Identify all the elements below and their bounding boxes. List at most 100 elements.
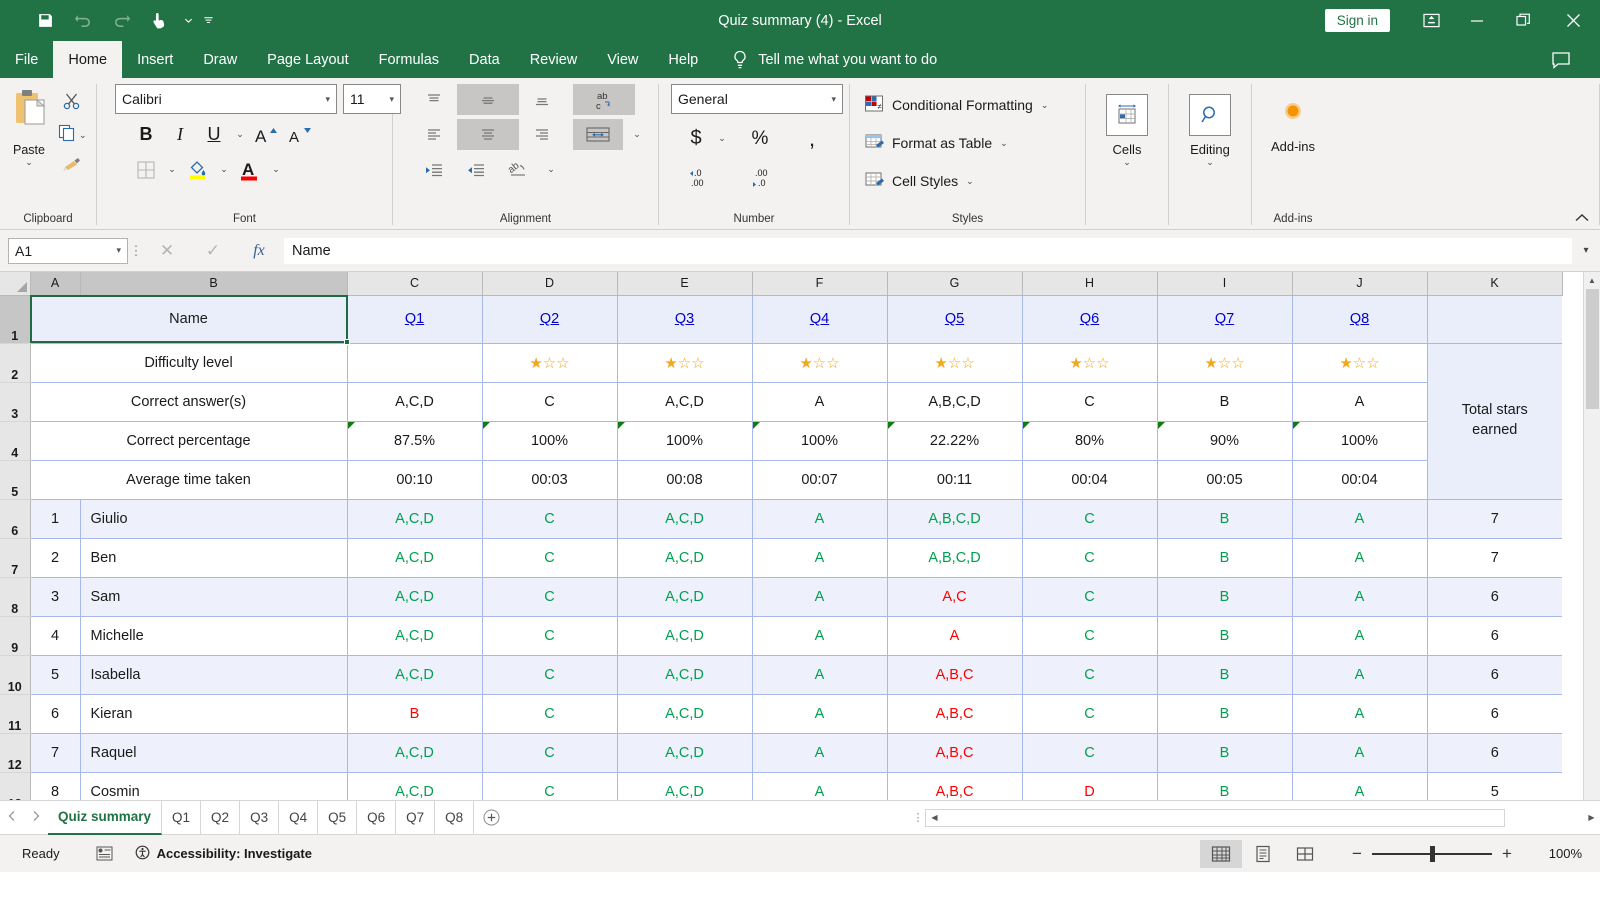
cell-student-answer-q2[interactable]: C [482,733,617,772]
grid-viewport[interactable]: A B C D E F G H I J K 1NameQ1Q2Q3Q4Q5Q6Q… [0,272,1583,800]
expand-formula-bar-icon[interactable]: ▾ [1572,245,1600,256]
scroll-left-icon[interactable]: ◀ [926,813,943,822]
cell-student-answer-q3[interactable]: A,C,D [617,538,752,577]
zoom-out-button[interactable]: − [1342,844,1372,864]
top-align-button[interactable] [415,84,453,115]
decrease-decimal-button[interactable]: .00.0 [747,161,781,194]
tell-me-search[interactable]: Tell me what you want to do [713,41,937,78]
comments-icon[interactable] [1538,39,1584,80]
cells-chevron-down-icon[interactable]: ⌄ [1123,157,1131,168]
cell-question-q7[interactable]: Q7 [1157,295,1292,343]
cell-difficulty-label[interactable]: Difficulty level [30,343,347,382]
cell-student-answer-q6[interactable]: C [1022,733,1157,772]
cell-student-number[interactable]: 5 [30,655,80,694]
row-header-2[interactable]: 2 [0,343,30,382]
cell-styles-button[interactable]: Cell Styles ⌄ [850,162,974,200]
cell-student-answer-q7[interactable]: B [1157,733,1292,772]
number-format-chevron-down-icon[interactable]: ▾ [831,94,836,105]
font-name-chevron-down-icon[interactable]: ▾ [325,94,330,105]
redo-icon[interactable] [102,6,140,36]
error-indicator-triangle[interactable] [888,422,895,429]
touch-mode-chevron-down-icon[interactable] [178,6,198,36]
cell-student-name[interactable]: Ben [80,538,347,577]
cell-student-answer-q2[interactable]: C [482,538,617,577]
cell-student-number[interactable]: 8 [30,772,80,800]
cell-student-answer-q2[interactable]: C [482,694,617,733]
tab-split-handle[interactable]: ⋮ [911,811,925,824]
column-header-f[interactable]: F [752,272,887,295]
cell-student-answer-q6[interactable]: C [1022,616,1157,655]
cell-student-answer-q6[interactable]: C [1022,655,1157,694]
cell-student-answer-q7[interactable]: B [1157,538,1292,577]
cell-student-answer-q8[interactable]: A [1292,616,1427,655]
column-header-d[interactable]: D [482,272,617,295]
row-header-11[interactable]: 11 [0,694,30,733]
format-as-table-chevron-down-icon[interactable]: ⌄ [1000,138,1008,149]
paste-chevron-down-icon[interactable]: ⌄ [25,157,33,168]
cell-student-answer-q7[interactable]: B [1157,616,1292,655]
underline-chevron-down-icon[interactable]: ⌄ [231,118,249,151]
cell-student-answer-q5[interactable]: A,B,C [887,772,1022,800]
cell-average-time-q1[interactable]: 00:10 [347,460,482,499]
cell-student-name[interactable]: Cosmin [80,772,347,800]
cell-correct-percentage-q6[interactable]: 80% [1022,421,1157,460]
column-header-g[interactable]: G [887,272,1022,295]
row-header-7[interactable]: 7 [0,538,30,577]
percent-style-button[interactable]: % [743,122,777,155]
ribbon-display-options-icon[interactable] [1408,0,1454,41]
cell-student-answer-q1[interactable]: A,C,D [347,616,482,655]
addins-button[interactable]: Add-ins [1252,84,1334,154]
ribbon-tab-view[interactable]: View [592,41,653,78]
cell-student-answer-q1[interactable]: B [347,694,482,733]
cell-question-q1[interactable]: Q1 [347,295,482,343]
copy-chevron-down-icon[interactable]: ⌄ [79,130,87,141]
cell-student-answer-q4[interactable]: A [752,499,887,538]
ribbon-tab-home[interactable]: Home [53,41,122,78]
cell-average-time-q4[interactable]: 00:07 [752,460,887,499]
cell-question-q6[interactable]: Q6 [1022,295,1157,343]
cell-student-name[interactable]: Raquel [80,733,347,772]
cell-student-answer-q8[interactable]: A [1292,772,1427,800]
cell-average-time-q2[interactable]: 00:03 [482,460,617,499]
ribbon-tab-review[interactable]: Review [515,41,593,78]
accounting-format-button[interactable]: $ [679,122,713,155]
cell-correct-percentage-label[interactable]: Correct percentage [30,421,347,460]
error-indicator-triangle[interactable] [618,422,625,429]
column-header-e[interactable]: E [617,272,752,295]
cell-question-q5[interactable]: Q5 [887,295,1022,343]
cell-correct-answer-q4[interactable]: A [752,382,887,421]
page-layout-view-icon[interactable] [1242,840,1284,868]
cell-correct-percentage-q1[interactable]: 87.5% [347,421,482,460]
cell-student-total-stars[interactable]: 7 [1427,499,1562,538]
cell-question-q4[interactable]: Q4 [752,295,887,343]
row-header-6[interactable]: 6 [0,499,30,538]
middle-align-button[interactable] [457,84,519,115]
cell-student-name[interactable]: Sam [80,577,347,616]
row-header-1[interactable]: 1 [0,295,30,343]
column-header-h[interactable]: H [1022,272,1157,295]
vertical-scroll-thumb[interactable] [1586,289,1599,409]
paste-button[interactable]: Paste ⌄ [0,84,58,168]
record-macro-icon[interactable] [96,845,113,862]
number-format-combobox[interactable]: General ▾ [671,84,843,114]
decrease-font-size-button[interactable]: A [283,118,317,151]
cell-student-answer-q5[interactable]: A,B,C [887,733,1022,772]
cell-student-answer-q1[interactable]: A,C,D [347,577,482,616]
borders-chevron-down-icon[interactable]: ⌄ [163,153,181,186]
ribbon-tab-formulas[interactable]: Formulas [364,41,454,78]
cell-student-answer-q8[interactable]: A [1292,655,1427,694]
cut-button[interactable] [62,88,82,118]
enter-formula-icon[interactable]: ✓ [190,238,236,264]
cell-student-answer-q5[interactable]: A,B,C,D [887,499,1022,538]
cell-average-time-q8[interactable]: 00:04 [1292,460,1427,499]
cell-student-answer-q4[interactable]: A [752,733,887,772]
sheet-tab-q5[interactable]: Q5 [318,801,357,835]
cell-student-answer-q1[interactable]: A,C,D [347,733,482,772]
cell-correct-answer-q7[interactable]: B [1157,382,1292,421]
row-header-12[interactable]: 12 [0,733,30,772]
cell-student-total-stars[interactable]: 6 [1427,655,1562,694]
cell-correct-percentage-q3[interactable]: 100% [617,421,752,460]
sign-in-button[interactable]: Sign in [1325,9,1390,32]
cell-difficulty-q6[interactable]: ★☆☆ [1022,343,1157,382]
comma-style-button[interactable]: , [795,122,829,155]
